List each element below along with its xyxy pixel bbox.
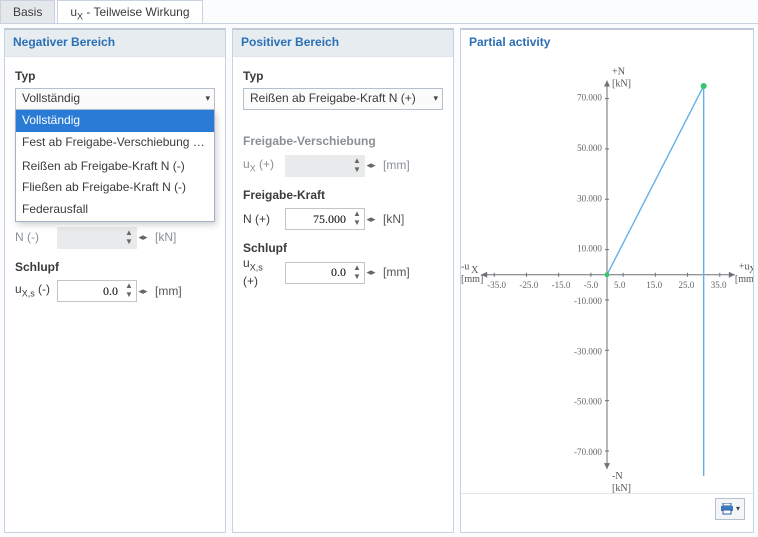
pos-disp-field: uX (+) xyxy=(243,157,281,175)
neg-slip-input[interactable]: ▲▼ xyxy=(57,280,137,302)
chart-panel: Partial activity +N [kN] -N [kN xyxy=(460,28,754,533)
positive-panel-title: Positiver Bereich xyxy=(233,30,453,57)
svg-text:35.0: 35.0 xyxy=(711,279,727,289)
svg-text:+N: +N xyxy=(612,66,626,77)
svg-text:50.000: 50.000 xyxy=(577,143,602,153)
svg-text:-50.000: -50.000 xyxy=(574,396,602,406)
chevron-down-icon: ▾ xyxy=(736,504,740,514)
svg-text:30.000: 30.000 xyxy=(577,193,602,203)
pos-force-input[interactable]: ▲▼ xyxy=(285,208,365,230)
pos-slip-input[interactable]: ▲▼ xyxy=(285,262,365,284)
pos-disp-input: ▲▼ xyxy=(285,155,365,177)
neg-type-dropdown: Vollständig Fest ab Freigabe-Verschiebun… xyxy=(15,110,215,221)
print-button[interactable]: ▾ xyxy=(715,498,745,520)
pos-type-select[interactable]: Reißen ab Freigabe-Kraft N (+) ▾ xyxy=(243,88,443,110)
neg-type-select[interactable]: Vollständig ▾ xyxy=(15,88,215,110)
neg-type-option[interactable]: Federausfall xyxy=(16,199,214,221)
svg-text:-25.0: -25.0 xyxy=(519,279,538,289)
neg-force-unit: [kN] xyxy=(155,230,176,246)
svg-text:-35.0: -35.0 xyxy=(487,279,506,289)
svg-text:[mm]: [mm] xyxy=(461,273,483,284)
spinner-icon[interactable]: ▲▼ xyxy=(122,282,136,300)
svg-text:-u: -u xyxy=(461,261,469,272)
svg-text:10.000: 10.000 xyxy=(577,243,602,253)
svg-text:-10.000: -10.000 xyxy=(574,296,602,306)
svg-text:[mm]: [mm] xyxy=(735,273,753,284)
svg-text:25.0: 25.0 xyxy=(678,279,694,289)
svg-text:70.000: 70.000 xyxy=(577,92,602,102)
svg-text:15.0: 15.0 xyxy=(646,279,662,289)
pos-slip-label: Schlupf xyxy=(243,241,443,257)
stepper-icon: ◂▸ xyxy=(137,233,149,242)
chart-footer: ▾ xyxy=(461,493,753,524)
svg-text:-30.000: -30.000 xyxy=(574,346,602,356)
neg-type-option[interactable]: Fest ab Freigabe-Verschiebung uX (-) xyxy=(16,132,214,156)
stepper-icon[interactable]: ◂▸ xyxy=(365,215,377,224)
svg-text:[kN]: [kN] xyxy=(612,483,631,493)
svg-text:[kN]: [kN] xyxy=(612,78,631,89)
neg-type-label: Typ xyxy=(15,69,215,85)
neg-slip-field: uX,s (-) xyxy=(15,282,53,300)
chart-title: Partial activity xyxy=(461,30,753,56)
neg-type-selected: Vollständig xyxy=(22,91,80,107)
stepper-icon[interactable]: ◂▸ xyxy=(365,268,377,277)
neg-type-option[interactable]: Fließen ab Freigabe-Kraft N (-) xyxy=(16,177,214,199)
neg-force-field: N (-) xyxy=(15,230,53,246)
chart-area: +N [kN] -N [kN] +uX [mm] -uX [mm] -35.0 … xyxy=(461,56,753,494)
partial-activity-chart: +N [kN] -N [kN] +uX [mm] -uX [mm] -35.0 … xyxy=(461,56,753,494)
tab-basis[interactable]: Basis xyxy=(0,0,55,23)
positive-panel: Positiver Bereich Typ Reißen ab Freigabe… xyxy=(232,28,454,533)
svg-text:-70.000: -70.000 xyxy=(574,447,602,457)
stepper-icon[interactable]: ◂▸ xyxy=(137,287,149,296)
pos-force-unit: [kN] xyxy=(383,212,404,228)
pos-force-label: Freigabe-Kraft xyxy=(243,188,443,204)
neg-type-option[interactable]: Reißen ab Freigabe-Kraft N (-) xyxy=(16,156,214,178)
tab-partial-activity[interactable]: uX - Teilweise Wirkung xyxy=(57,0,202,23)
negative-panel: Negativer Bereich Typ Vollständig ▾ Voll… xyxy=(4,28,226,533)
pos-slip-field: uX,s (+) xyxy=(243,256,281,290)
stepper-icon: ◂▸ xyxy=(365,161,377,170)
svg-text:5.0: 5.0 xyxy=(614,279,626,289)
neg-force-input: ▲▼ xyxy=(57,227,137,249)
printer-icon xyxy=(720,503,734,515)
pos-disp-label: Freigabe-Verschiebung xyxy=(243,134,443,150)
chevron-down-icon: ▾ xyxy=(433,93,438,105)
chevron-down-icon: ▾ xyxy=(205,93,210,105)
neg-type-option[interactable]: Vollständig xyxy=(16,110,214,132)
svg-text:-15.0: -15.0 xyxy=(552,279,571,289)
spinner-icon: ▲▼ xyxy=(122,229,136,247)
spinner-icon[interactable]: ▲▼ xyxy=(350,210,364,228)
neg-slip-label: Schlupf xyxy=(15,260,215,276)
pos-slip-unit: [mm] xyxy=(383,265,410,281)
pos-type-label: Typ xyxy=(243,69,443,85)
pos-type-selected: Reißen ab Freigabe-Kraft N (+) xyxy=(250,91,416,107)
negative-panel-title: Negativer Bereich xyxy=(5,30,225,57)
tab-bar: Basis uX - Teilweise Wirkung xyxy=(0,0,758,24)
svg-text:-5.0: -5.0 xyxy=(584,279,599,289)
pos-force-field: N (+) xyxy=(243,212,281,228)
spinner-icon: ▲▼ xyxy=(350,157,364,175)
svg-text:-N: -N xyxy=(612,471,623,482)
neg-slip-unit: [mm] xyxy=(155,284,182,300)
pos-disp-unit: [mm] xyxy=(383,158,410,174)
spinner-icon[interactable]: ▲▼ xyxy=(350,264,364,282)
